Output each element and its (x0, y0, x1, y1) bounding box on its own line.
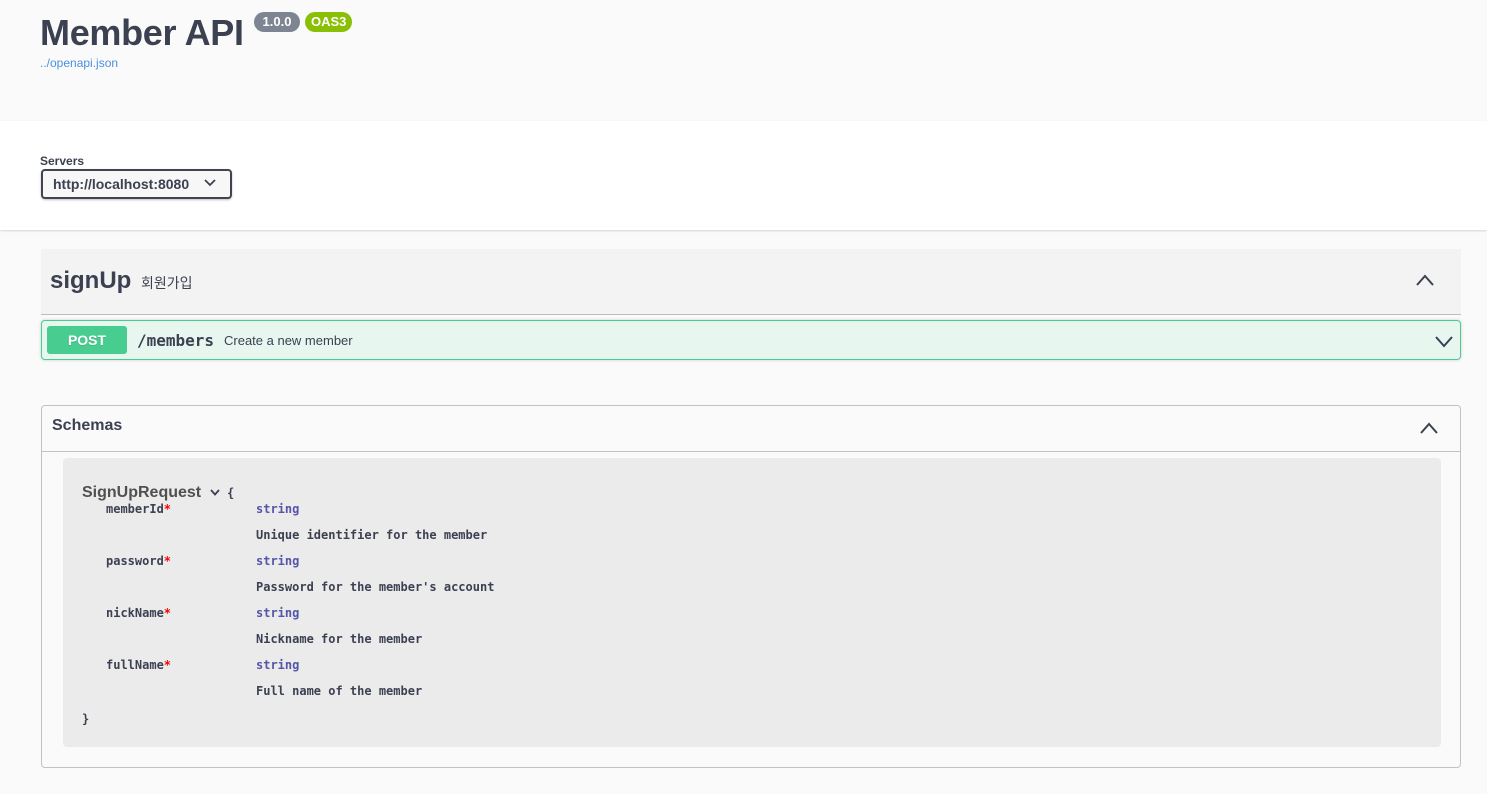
property-description: Full name of the member (256, 684, 423, 698)
property-type: string (256, 658, 300, 672)
spec-link[interactable]: ../openapi.json (40, 56, 118, 70)
property-name: memberId* (106, 502, 172, 516)
property-name: nickName* (106, 606, 172, 620)
required-marker: * (163, 606, 172, 620)
schemas-title: Schemas (52, 417, 123, 434)
operation-post-members[interactable]: POST /members Create a new member (41, 320, 1461, 360)
required-marker: * (163, 658, 172, 672)
method-badge: POST (47, 326, 127, 354)
operation-summary: Create a new member (224, 333, 353, 348)
property-description: Nickname for the member (256, 632, 423, 646)
required-marker: * (163, 502, 172, 516)
version-badge: 1.0.0 (254, 12, 300, 32)
property-type: string (256, 606, 300, 620)
model-box: SignUpRequest { memberId* string Unique … (63, 458, 1441, 747)
server-select[interactable]: http://localhost:8080 (41, 169, 232, 199)
info-section: Member API 1.0.0 OAS3 ../openapi.json (0, 0, 1487, 121)
property-name: fullName* (106, 658, 172, 672)
operation-path: /members (137, 331, 215, 350)
servers-section: Servers http://localhost:8080 (0, 121, 1487, 230)
schemas-header[interactable]: Schemas (42, 406, 1460, 452)
property-description: Password for the member's account (256, 580, 495, 594)
oas-badge: OAS3 (305, 12, 352, 32)
servers-label: Servers (40, 154, 85, 168)
schemas-section: Schemas SignUpRequest { memberId* string… (41, 405, 1461, 768)
property-type: string (256, 554, 300, 568)
property-description: Unique identifier for the member (256, 528, 488, 542)
chevron-up-icon[interactable] (1415, 273, 1435, 287)
tag-description: 회원가입 (141, 275, 193, 291)
api-title: Member API (40, 12, 244, 53)
chevron-up-icon[interactable] (1419, 421, 1439, 435)
property-type: string (256, 502, 300, 516)
chevron-down-icon[interactable] (1434, 334, 1454, 348)
tag-header[interactable]: signUp 회원가입 (41, 249, 1461, 315)
chevron-down-icon[interactable] (210, 489, 220, 496)
property-name: password* (106, 554, 172, 568)
required-marker: * (163, 554, 172, 568)
close-brace: } (82, 712, 90, 726)
tag-name: signUp (50, 267, 132, 294)
chevron-down-icon (204, 179, 216, 187)
model-name[interactable]: SignUpRequest (82, 484, 201, 502)
server-select-value: http://localhost:8080 (53, 176, 190, 192)
open-brace: { (227, 486, 235, 500)
